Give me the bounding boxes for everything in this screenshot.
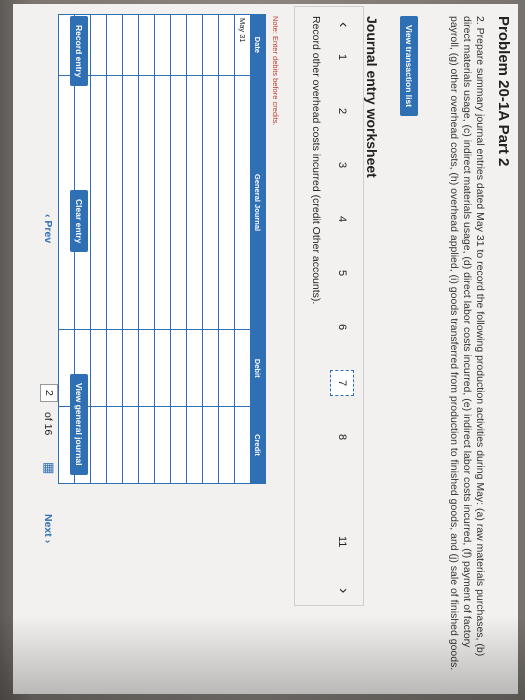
credit-cell[interactable]: [138, 406, 155, 484]
debit-cell[interactable]: [170, 329, 187, 407]
credit-cell[interactable]: [218, 406, 235, 484]
prev-button[interactable]: ‹ Prev: [42, 214, 54, 243]
table-row: [202, 14, 219, 484]
problem-question: 2. Prepare summary journal entries dated…: [448, 16, 486, 671]
debits-note: Note: Enter debits before credits.: [271, 16, 280, 126]
worksheet-pager: ‹ 1 2 3 4 5 6 7 8 11 ›: [324, 16, 358, 600]
account-cell[interactable]: [234, 75, 251, 330]
account-cell[interactable]: [138, 75, 155, 330]
next-label: Next: [42, 514, 54, 537]
account-cell[interactable]: [202, 75, 219, 330]
prev-label: Prev: [42, 220, 54, 244]
date-cell[interactable]: [186, 14, 203, 76]
pager-item-6[interactable]: 6: [336, 324, 348, 330]
page-navigation: ‹ Prev 2 of 16 ▦ Next ›: [30, 214, 60, 654]
table-row: [106, 14, 123, 484]
debit-cell[interactable]: [218, 329, 235, 407]
debit-cell[interactable]: [106, 329, 123, 407]
view-transaction-list-button[interactable]: View transaction list: [400, 16, 418, 117]
account-cell[interactable]: [186, 75, 203, 330]
table-row: [218, 14, 235, 484]
col-general-journal: General Journal: [250, 75, 266, 330]
table-row: [138, 14, 155, 484]
pager-item-current[interactable]: 7: [330, 370, 354, 396]
debit-cell[interactable]: [202, 329, 219, 407]
date-cell[interactable]: [90, 14, 107, 76]
view-general-journal-button[interactable]: View general journal: [70, 374, 88, 475]
account-cell[interactable]: [122, 75, 139, 330]
date-cell[interactable]: May 31: [234, 14, 251, 76]
debit-cell[interactable]: [186, 329, 203, 407]
grid-icon[interactable]: ▦: [41, 462, 57, 474]
date-cell[interactable]: [138, 14, 155, 76]
credit-cell[interactable]: [202, 406, 219, 484]
screen-content: Problem 20-1A Part 2 2. Prepare summary …: [13, 4, 518, 694]
col-date: Date: [250, 14, 266, 76]
account-cell[interactable]: [154, 75, 171, 330]
date-cell[interactable]: [106, 14, 123, 76]
pager-item-8[interactable]: 8: [336, 434, 348, 440]
credit-cell[interactable]: [186, 406, 203, 484]
chevron-right-icon: ›: [42, 539, 54, 544]
account-cell[interactable]: [218, 75, 235, 330]
screen: Problem 20-1A Part 2 2. Prepare summary …: [13, 4, 518, 694]
pager-item-11[interactable]: 11: [336, 536, 348, 547]
credit-cell[interactable]: [122, 406, 139, 484]
credit-cell[interactable]: [170, 406, 187, 484]
pager-item-1[interactable]: 1: [336, 54, 348, 60]
credit-cell[interactable]: [154, 406, 171, 484]
account-cell[interactable]: [170, 75, 187, 330]
next-button[interactable]: Next ›: [42, 514, 54, 543]
pager-item-5[interactable]: 5: [336, 270, 348, 276]
journal-table: Date General Journal Debit Credit May 31: [58, 14, 266, 484]
table-row: [90, 14, 107, 484]
date-cell[interactable]: [170, 14, 187, 76]
worksheet-title: Journal entry worksheet: [364, 16, 380, 178]
worksheet-instruction: Record other overhead costs incurred (cr…: [310, 16, 322, 305]
debit-cell[interactable]: [154, 329, 171, 407]
debit-cell[interactable]: [122, 329, 139, 407]
table-row: May 31: [234, 14, 251, 484]
table-row: [186, 14, 203, 484]
pager-prev-icon[interactable]: ‹: [334, 22, 352, 27]
table-row: [154, 14, 171, 484]
debit-cell[interactable]: [138, 329, 155, 407]
pager-item-3[interactable]: 3: [336, 162, 348, 168]
pager-next-icon[interactable]: ›: [334, 588, 352, 593]
chevron-left-icon: ‹: [42, 214, 54, 218]
col-debit: Debit: [250, 329, 266, 407]
col-credit: Credit: [250, 406, 266, 484]
date-cell[interactable]: [202, 14, 219, 76]
record-entry-button[interactable]: Record entry: [70, 16, 88, 87]
credit-cell[interactable]: [90, 406, 107, 484]
current-page-box[interactable]: 2: [40, 384, 58, 402]
account-cell[interactable]: [106, 75, 123, 330]
table-row: [170, 14, 187, 484]
pager-item-4[interactable]: 4: [336, 216, 348, 222]
date-cell[interactable]: [122, 14, 139, 76]
credit-cell[interactable]: [106, 406, 123, 484]
date-cell[interactable]: [218, 14, 235, 76]
debit-cell[interactable]: [90, 329, 107, 407]
table-row: [122, 14, 139, 484]
problem-title: Problem 20-1A Part 2: [495, 16, 512, 167]
credit-cell[interactable]: [234, 406, 251, 484]
page-of-label: of 16: [42, 412, 54, 436]
date-cell[interactable]: [154, 14, 171, 76]
debit-cell[interactable]: [234, 329, 251, 407]
clear-entry-button[interactable]: Clear entry: [70, 190, 88, 253]
account-cell[interactable]: [90, 75, 107, 330]
pager-item-2[interactable]: 2: [336, 108, 348, 114]
